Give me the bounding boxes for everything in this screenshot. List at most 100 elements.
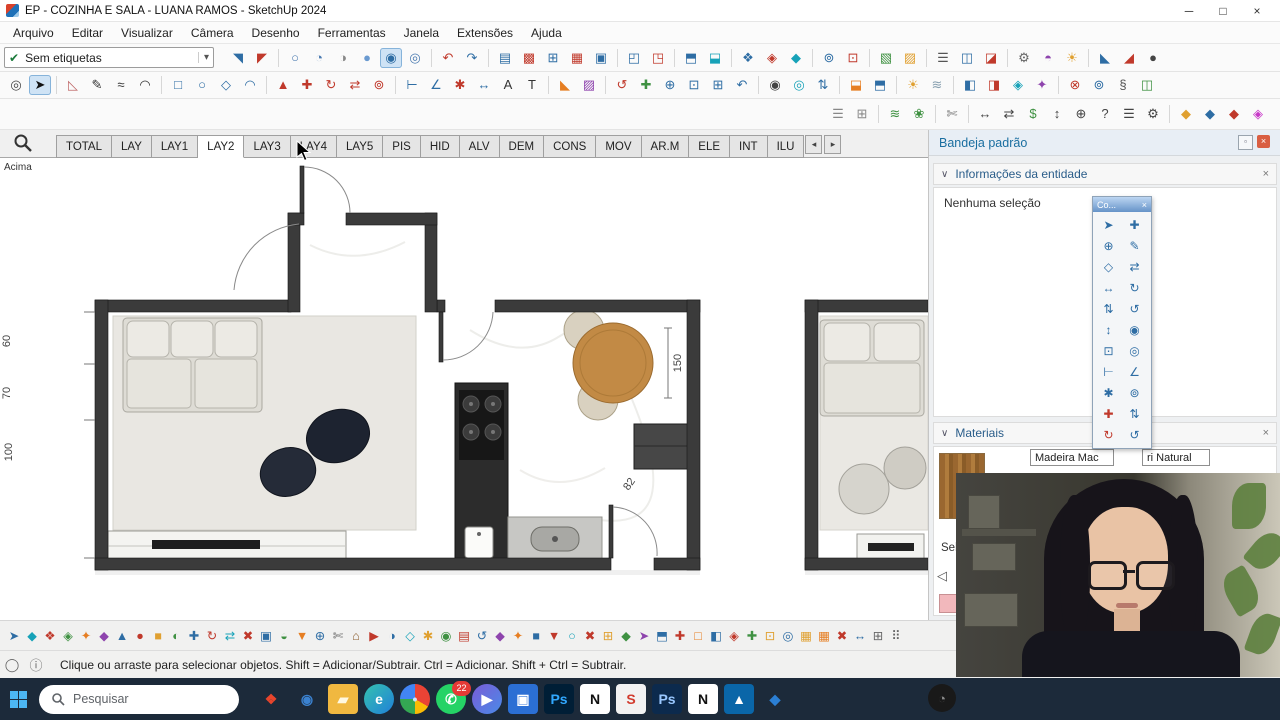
bm-icon[interactable]: ▶ — [365, 626, 383, 646]
bm-icon[interactable]: ✦ — [77, 626, 95, 646]
scenes-icon[interactable]: ▤ — [494, 48, 516, 68]
tabs-scroll-left-button[interactable]: ◂ — [805, 135, 823, 154]
drag-grip-icon[interactable]: ⠿ — [887, 626, 905, 646]
bm-icon[interactable]: ▦ — [815, 626, 833, 646]
tabs-scroll-right-button[interactable]: ▸ — [824, 135, 842, 154]
pattern-icon[interactable]: ▦ — [566, 48, 588, 68]
bm-icon[interactable]: ⊡ — [761, 626, 779, 646]
tab-ilu[interactable]: ILU — [767, 135, 805, 158]
text-tool-icon[interactable]: A — [497, 75, 519, 95]
tab-lay2[interactable]: LAY2 — [198, 135, 245, 158]
bm-icon[interactable]: ◆ — [95, 626, 113, 646]
bm-icon[interactable]: ✚ — [743, 626, 761, 646]
drawing-canvas[interactable]: Acima 150 82 60 70 100 — [0, 158, 928, 620]
bm-icon[interactable]: ✚ — [671, 626, 689, 646]
list-small-icon[interactable]: ☰ — [827, 104, 849, 124]
tab-total[interactable]: TOTAL — [56, 135, 112, 158]
section-top-icon[interactable]: ⬒ — [680, 48, 702, 68]
pal-measure-icon[interactable]: ⊢ — [1097, 362, 1121, 382]
diamond-teal-icon[interactable]: ◈ — [1007, 75, 1029, 95]
orbit-tool-icon[interactable]: ↺ — [611, 75, 633, 95]
scissors-icon[interactable]: ✄ — [941, 104, 963, 124]
swap-horizontal-icon[interactable]: ↔ — [974, 104, 996, 124]
bm-icon[interactable]: ◇ — [401, 626, 419, 646]
zoom-box-icon[interactable]: ⊡ — [842, 48, 864, 68]
corner-blue-icon[interactable]: ◣ — [1094, 48, 1116, 68]
shadows-toggle-icon[interactable]: ☀ — [1061, 48, 1083, 68]
pal-add-icon[interactable]: ✚ — [1097, 404, 1121, 424]
bm-icon[interactable]: ✖ — [581, 626, 599, 646]
sphere-icon[interactable]: ◓ — [1037, 48, 1059, 68]
help-icon[interactable]: ? — [1094, 104, 1116, 124]
bm-icon[interactable]: ◈ — [725, 626, 743, 646]
waves-green-icon[interactable]: ≋ — [884, 104, 906, 124]
menu-icon[interactable]: ☰ — [1118, 104, 1140, 124]
zoom-small-icon[interactable]: ⊕ — [1070, 104, 1092, 124]
materials-section-close-icon[interactable]: × — [1263, 427, 1269, 439]
bm-icon[interactable]: ■ — [149, 626, 167, 646]
panel-close-icon[interactable]: × — [1257, 135, 1270, 148]
circle-dot-icon[interactable]: ⊚ — [1088, 75, 1110, 95]
bm-icon[interactable]: ✚ — [185, 626, 203, 646]
sketchup-app-icon[interactable]: S — [616, 684, 646, 714]
material-name-field-2[interactable]: ri Natural — [1142, 449, 1210, 466]
colorful-cube-app-icon[interactable]: ❖ — [256, 684, 286, 714]
floor-plan-secondary[interactable] — [804, 299, 928, 575]
whatsapp-icon[interactable]: ✆ 22 — [436, 681, 471, 714]
paragraph-icon[interactable]: § — [1112, 75, 1134, 95]
pal-redo-icon[interactable]: ↻ — [1097, 425, 1121, 445]
materials-tool-icon[interactable]: ▨ — [578, 75, 600, 95]
pal-axes-icon[interactable]: ✱ — [1097, 383, 1121, 403]
offset-tool-icon[interactable]: ⊚ — [368, 75, 390, 95]
bm-select-icon[interactable]: ➤ — [5, 626, 23, 646]
pal-undo-icon[interactable]: ↺ — [1123, 425, 1147, 445]
xray-style-icon[interactable]: ○ — [284, 48, 306, 68]
tab-mov[interactable]: MOV — [596, 135, 642, 158]
eraser-tool-icon[interactable]: ◺ — [62, 75, 84, 95]
bm-icon[interactable]: ○ — [563, 626, 581, 646]
pal-scale-icon[interactable]: ⇄ — [1123, 257, 1147, 277]
bm-icon[interactable]: ↻ — [203, 626, 221, 646]
pushpull-tool-icon[interactable]: ▲ — [272, 75, 294, 95]
shadows-icon[interactable]: ☀ — [902, 75, 924, 95]
menu-janela[interactable]: Janela — [395, 26, 448, 40]
corner-red-icon[interactable]: ◢ — [1118, 48, 1140, 68]
pal-zoom-icon[interactable]: ⊕ — [1097, 236, 1121, 256]
material-sand-icon[interactable]: ▨ — [899, 48, 921, 68]
pal-angle-icon[interactable]: ∠ — [1123, 362, 1147, 382]
bm-icon[interactable]: ◆ — [491, 626, 509, 646]
tab-lay3[interactable]: LAY3 — [244, 135, 291, 158]
axes-tool-icon[interactable]: ✱ — [449, 75, 471, 95]
list-icon[interactable]: ☰ — [932, 48, 954, 68]
leaf-icon[interactable]: ❀ — [908, 104, 930, 124]
tab-int[interactable]: INT — [730, 135, 768, 158]
bm-icon[interactable]: ◑ — [383, 626, 401, 646]
3d-text-tool-icon[interactable]: T — [521, 75, 543, 95]
zoom-extents-icon[interactable]: ⊞ — [707, 75, 729, 95]
bm-icon[interactable]: ▼ — [545, 626, 563, 646]
pal-stretch-icon[interactable]: ↔ — [1097, 278, 1121, 298]
pal-rotate-cw-icon[interactable]: ↻ — [1123, 278, 1147, 298]
bm-icon[interactable]: ● — [131, 626, 149, 646]
shaded-style-icon[interactable]: ● — [356, 48, 378, 68]
tab-lay[interactable]: LAY — [112, 135, 152, 158]
geolocation-icon[interactable]: ◯ — [0, 657, 24, 673]
half-right-icon[interactable]: ◨ — [983, 75, 1005, 95]
menu-ajuda[interactable]: Ajuda — [522, 26, 571, 40]
previous-view-icon[interactable]: ↶ — [731, 75, 753, 95]
maximize-button[interactable]: □ — [1206, 4, 1240, 18]
menu-arquivo[interactable]: Arquivo — [4, 26, 63, 40]
pal-select-icon[interactable]: ➤ — [1097, 215, 1121, 235]
layout-icon[interactable]: ▩ — [518, 48, 540, 68]
cube-yellow-icon[interactable]: ◆ — [1175, 104, 1197, 124]
menu-camera[interactable]: Câmera — [182, 26, 243, 40]
menu-desenho[interactable]: Desenho — [243, 26, 309, 40]
pal-draw-icon[interactable]: ✎ — [1123, 236, 1147, 256]
pal-zoom-window-icon[interactable]: ⊡ — [1097, 341, 1121, 361]
zoom-in-icon[interactable]: ⊕ — [659, 75, 681, 95]
palette-close-icon[interactable]: × — [1142, 200, 1147, 210]
bm-icon[interactable]: ◎ — [779, 626, 797, 646]
tab-pis[interactable]: PIS — [383, 135, 421, 158]
purple-round-app-icon[interactable]: ▶ — [472, 684, 502, 714]
arc-tool-icon[interactable]: ◠ — [134, 75, 156, 95]
